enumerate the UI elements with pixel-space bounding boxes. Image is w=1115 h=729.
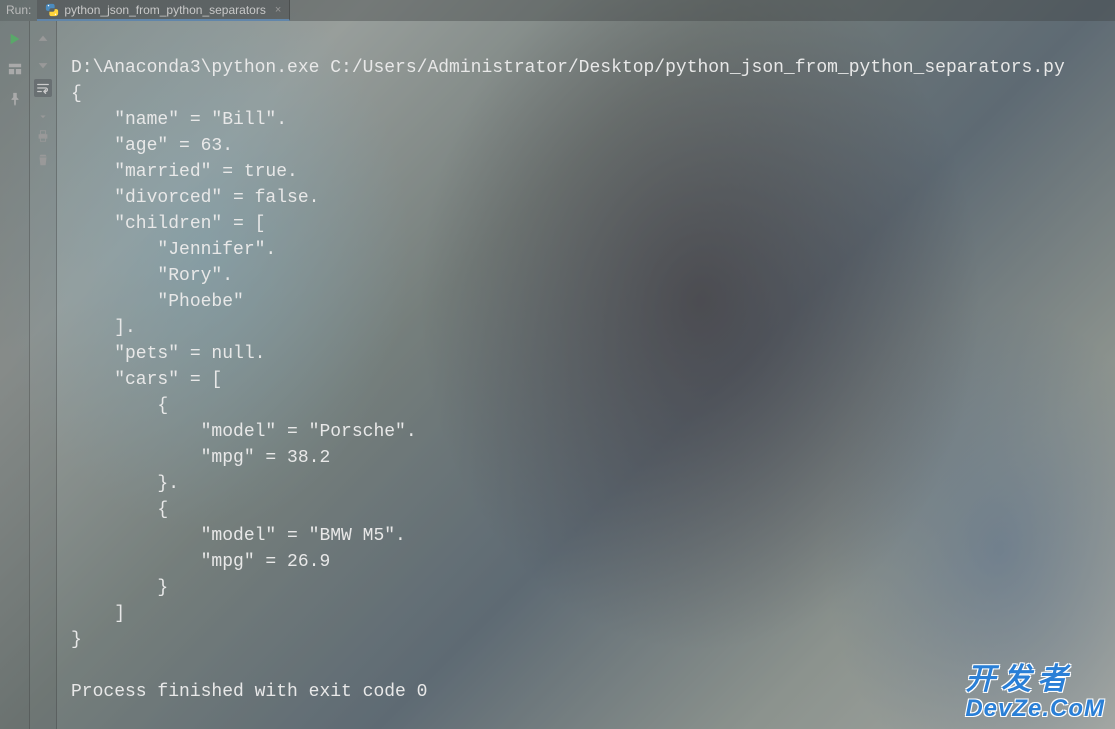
- python-file-icon: [45, 3, 59, 17]
- console-gutter: [30, 21, 57, 729]
- pin-button[interactable]: [7, 91, 23, 107]
- command-line: D:\Anaconda3\python.exe C:/Users/Adminis…: [71, 58, 1065, 78]
- clear-all-button[interactable]: [34, 151, 52, 169]
- process-exit-line: Process finished with exit code 0: [71, 682, 427, 702]
- soft-wrap-button[interactable]: [34, 79, 52, 97]
- run-sidebar: [0, 21, 30, 729]
- print-button[interactable]: [34, 127, 52, 145]
- run-tool-window-body: D:\Anaconda3\python.exe C:/Users/Adminis…: [0, 21, 1115, 729]
- run-tool-window-header: Run: python_json_from_python_separators …: [0, 0, 1115, 21]
- scroll-to-end-button[interactable]: [34, 103, 52, 121]
- rerun-button[interactable]: [7, 31, 23, 47]
- program-output: { "name" = "Bill". "age" = 63. "married"…: [71, 84, 417, 650]
- tab-label: python_json_from_python_separators: [64, 3, 265, 17]
- run-config-tab[interactable]: python_json_from_python_separators ×: [37, 0, 290, 21]
- console-output[interactable]: D:\Anaconda3\python.exe C:/Users/Adminis…: [57, 21, 1115, 729]
- layout-button[interactable]: [7, 61, 23, 77]
- arrow-up-icon[interactable]: [34, 31, 52, 49]
- run-label: Run:: [0, 0, 37, 21]
- close-icon[interactable]: ×: [275, 4, 281, 16]
- arrow-down-icon[interactable]: [34, 55, 52, 73]
